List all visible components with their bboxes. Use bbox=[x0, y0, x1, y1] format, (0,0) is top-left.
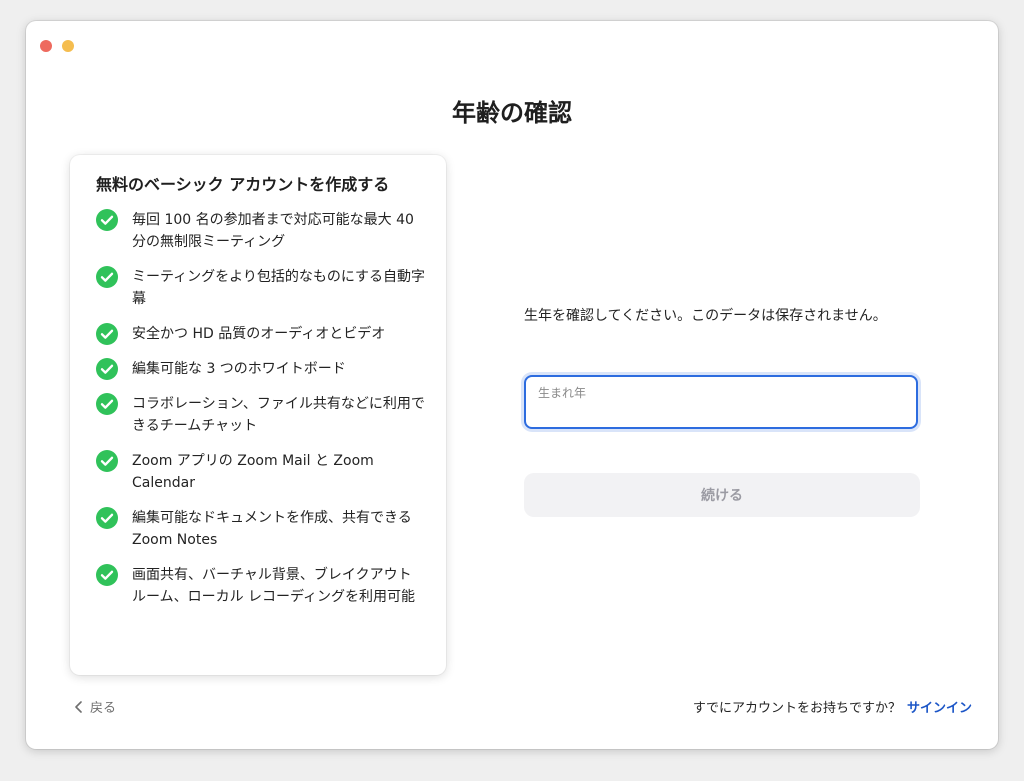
app-window: 年齢の確認 無料のベーシック アカウントを作成する 毎回 100 名の参加者まで… bbox=[26, 21, 998, 749]
close-window-button[interactable] bbox=[40, 40, 52, 52]
feature-label: Zoom アプリの Zoom Mail と Zoom Calendar bbox=[132, 453, 374, 491]
check-circle-icon bbox=[96, 507, 118, 529]
feature-label: 安全かつ HD 品質のオーディオとビデオ bbox=[132, 326, 386, 342]
feature-label: コラボレーション、ファイル共有などに利用できるチームチャット bbox=[132, 396, 425, 434]
feature-label: 画面共有、バーチャル背景、ブレイクアウト ルーム、ローカル レコーディングを利用… bbox=[132, 567, 416, 605]
feature-item: 編集可能なドキュメントを作成、共有できる Zoom Notes bbox=[96, 507, 426, 551]
birth-year-prompt: 生年を確認してください。このデータは保存されません。 bbox=[524, 308, 887, 324]
check-circle-icon bbox=[96, 393, 118, 415]
minimize-window-button[interactable] bbox=[62, 40, 74, 52]
feature-list: 毎回 100 名の参加者まで対応可能な最大 40 分の無制限ミーティング ミーテ… bbox=[96, 209, 426, 621]
check-circle-icon bbox=[96, 323, 118, 345]
birth-year-input[interactable] bbox=[536, 401, 910, 425]
check-circle-icon bbox=[96, 209, 118, 231]
signin-row: すでにアカウントをお持ちですか？ サインイン bbox=[693, 697, 972, 716]
birth-year-label: 生まれ年 bbox=[538, 386, 587, 400]
check-circle-icon bbox=[96, 450, 118, 472]
feature-item: 画面共有、バーチャル背景、ブレイクアウト ルーム、ローカル レコーディングを利用… bbox=[96, 564, 426, 608]
feature-label: 毎回 100 名の参加者まで対応可能な最大 40 分の無制限ミーティング bbox=[132, 212, 414, 250]
feature-item: ミーティングをより包括的なものにする自動字幕 bbox=[96, 266, 426, 310]
feature-item: 毎回 100 名の参加者まで対応可能な最大 40 分の無制限ミーティング bbox=[96, 209, 426, 253]
check-circle-icon bbox=[96, 266, 118, 288]
page-title: 年齢の確認 bbox=[452, 99, 572, 127]
feature-label: ミーティングをより包括的なものにする自動字幕 bbox=[132, 269, 426, 307]
check-circle-icon bbox=[96, 564, 118, 586]
features-card-title: 無料のベーシック アカウントを作成する bbox=[96, 175, 390, 194]
chevron-left-icon bbox=[75, 700, 82, 713]
continue-button[interactable]: 続ける bbox=[524, 473, 920, 517]
feature-item: 編集可能な 3 つのホワイトボード bbox=[96, 358, 426, 380]
back-link[interactable]: 戻る bbox=[74, 697, 116, 716]
features-card: 無料のベーシック アカウントを作成する 毎回 100 名の参加者まで対応可能な最… bbox=[70, 155, 446, 675]
birth-year-field[interactable]: 生まれ年 bbox=[524, 375, 918, 429]
signin-prompt: すでにアカウントをお持ちですか？ bbox=[692, 701, 901, 716]
feature-label: 編集可能なドキュメントを作成、共有できる Zoom Notes bbox=[132, 510, 412, 548]
check-circle-icon bbox=[96, 358, 118, 380]
feature-item: 安全かつ HD 品質のオーディオとビデオ bbox=[96, 323, 426, 345]
feature-item: コラボレーション、ファイル共有などに利用できるチームチャット bbox=[96, 393, 426, 437]
feature-item: Zoom アプリの Zoom Mail と Zoom Calendar bbox=[96, 450, 426, 494]
signin-link[interactable]: サインイン bbox=[907, 701, 972, 716]
feature-label: 編集可能な 3 つのホワイトボード bbox=[132, 361, 346, 377]
back-label: 戻る bbox=[90, 701, 117, 716]
